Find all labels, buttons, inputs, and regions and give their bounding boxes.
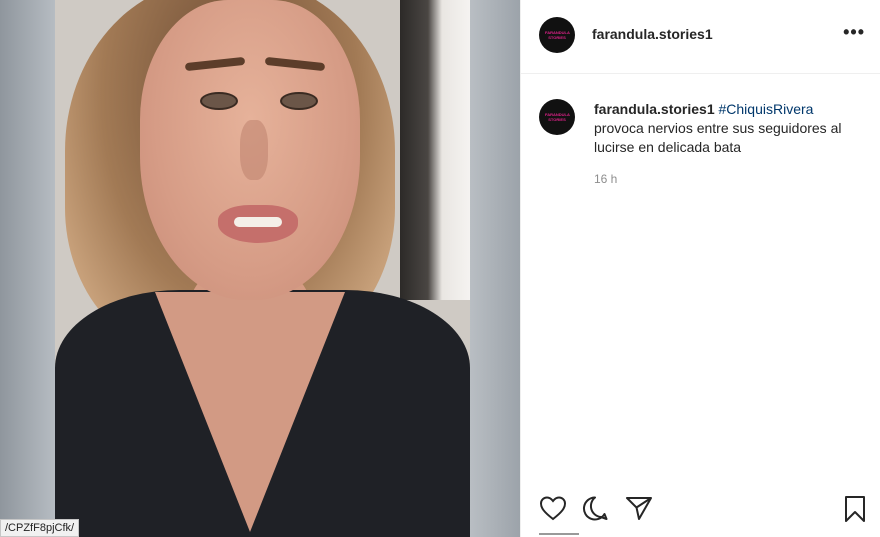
header-username[interactable]: farandula.stories1 bbox=[592, 26, 713, 42]
post-time[interactable]: 16 h bbox=[594, 172, 617, 186]
caption-text: provoca nervios entre sus seguidores al … bbox=[594, 120, 842, 155]
video-left-blur bbox=[0, 0, 55, 537]
video-frame[interactable] bbox=[55, 0, 470, 537]
more-icon[interactable]: ••• bbox=[843, 22, 865, 43]
avatar-logo: FARANDULA STORIES bbox=[545, 112, 570, 122]
post-media[interactable]: /CPZfF8pjCfk/ bbox=[0, 0, 520, 537]
avatar-logo: FARANDULA STORIES bbox=[545, 30, 570, 40]
post-caption: farandula.stories1 #ChiquisRivera provoc… bbox=[594, 100, 864, 157]
caption-username[interactable]: farandula.stories1 bbox=[594, 101, 715, 117]
right-eyebrow bbox=[264, 56, 326, 72]
caption-hashtag[interactable]: #ChiquisRivera bbox=[719, 101, 814, 117]
comment-icon[interactable] bbox=[581, 495, 609, 526]
nose bbox=[240, 120, 268, 180]
caption-avatar[interactable]: FARANDULA STORIES bbox=[539, 99, 575, 135]
background-door bbox=[400, 0, 470, 300]
heart-icon[interactable] bbox=[539, 495, 567, 526]
shirt-neckline bbox=[155, 292, 345, 532]
bookmark-icon[interactable] bbox=[843, 495, 867, 528]
left-eye bbox=[200, 92, 238, 110]
mouth bbox=[218, 205, 298, 243]
avatar[interactable]: FARANDULA STORIES bbox=[539, 17, 575, 53]
share-icon[interactable] bbox=[625, 495, 653, 526]
status-url-tooltip: /CPZfF8pjCfk/ bbox=[0, 519, 80, 537]
video-right-blur bbox=[470, 0, 520, 537]
likes-count-cutoff bbox=[539, 533, 739, 537]
post-header: FARANDULA STORIES farandula.stories1 ••• bbox=[521, 0, 880, 74]
action-bar bbox=[521, 490, 880, 530]
person-face bbox=[140, 0, 360, 300]
right-eye bbox=[280, 92, 318, 110]
post-details-panel: FARANDULA STORIES farandula.stories1 •••… bbox=[520, 0, 880, 537]
left-eyebrow bbox=[184, 56, 246, 72]
